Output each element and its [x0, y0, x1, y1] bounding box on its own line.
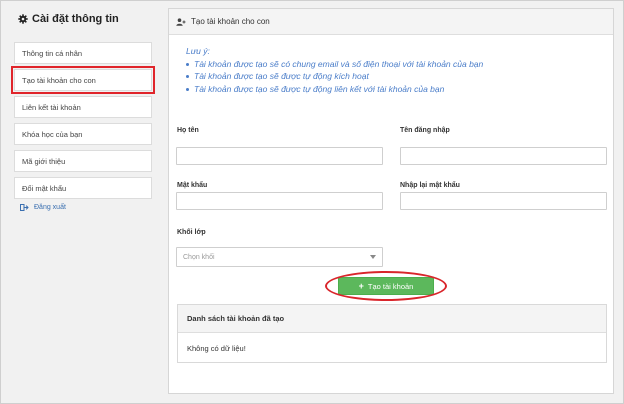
- sidebar-item-label: Mã giới thiệu: [22, 156, 66, 166]
- bullet-icon: [186, 87, 189, 91]
- password-confirm-label: Nhập lại mật khẩu: [400, 182, 460, 189]
- sidebar-title-text: Cài đặt thông tin: [32, 13, 119, 25]
- username-field[interactable]: [400, 147, 607, 165]
- sidebar-item-personal-info[interactable]: Thông tin cá nhân: [14, 42, 152, 64]
- note-text: Tài khoản được tạo sẽ được tự động kích …: [194, 71, 369, 81]
- panel-title: Tạo tài khoản cho con: [191, 17, 270, 26]
- list-item: Tài khoản được tạo sẽ được tự động liên …: [186, 83, 613, 96]
- password-field[interactable]: [176, 192, 383, 210]
- username-label: Tên đăng nhập: [400, 127, 450, 134]
- fullname-label: Họ tên: [177, 127, 199, 134]
- note-text: Tài khoản được tạo sẽ có chung email và …: [194, 58, 484, 69]
- settings-sidebar: Cài đặt thông tin Thông tin cá nhân Tạo …: [11, 10, 155, 211]
- logout-label: Đăng xuất: [34, 204, 66, 211]
- password-confirm-field[interactable]: [400, 192, 607, 210]
- note-block: Lưu ý: Tài khoản được tạo sẽ có chung em…: [186, 45, 613, 95]
- bullet-icon: [186, 75, 189, 78]
- create-account-panel: Tạo tài khoản cho con Lưu ý: Tài khoản đ…: [168, 8, 614, 394]
- list-item: Tài khoản được tạo sẽ có chung email và …: [186, 58, 613, 71]
- note-text: Tài khoản được tạo sẽ được tự động liên …: [194, 83, 445, 94]
- account-list: Danh sách tài khoản đã tạo Không có dữ l…: [177, 304, 607, 363]
- fullname-field[interactable]: [176, 147, 383, 165]
- user-plus-icon: [176, 17, 186, 26]
- sidebar-item-change-password[interactable]: Đổi mật khẩu: [14, 177, 152, 199]
- sidebar-item-label: Liên kết tài khoản: [22, 102, 81, 112]
- password-label: Mật khẩu: [177, 182, 208, 189]
- panel-header: Tạo tài khoản cho con: [169, 9, 613, 35]
- bullet-icon: [186, 62, 189, 66]
- logout-icon: [20, 204, 29, 211]
- sidebar-item-label: Thông tin cá nhân: [22, 48, 83, 58]
- highlight-annotation: [325, 271, 447, 301]
- sidebar-item-label: Tạo tài khoản cho con: [22, 75, 96, 85]
- grade-label: Khối lớp: [177, 229, 206, 236]
- gear-icon: [18, 14, 28, 24]
- grade-select[interactable]: Chọn khối: [176, 247, 383, 267]
- account-list-title: Danh sách tài khoản đã tạo: [178, 305, 606, 333]
- note-list: Tài khoản được tạo sẽ có chung email và …: [186, 58, 613, 96]
- sidebar-menu: Thông tin cá nhân Tạo tài khoản cho con …: [11, 42, 155, 199]
- sidebar-title: Cài đặt thông tin: [18, 10, 152, 28]
- sidebar-item-your-courses[interactable]: Khóa học của bạn: [14, 123, 152, 145]
- note-title: Lưu ý:: [186, 46, 210, 56]
- account-list-empty: Không có dữ liệu!: [187, 344, 246, 353]
- list-item: Tài khoản được tạo sẽ được tự động kích …: [186, 70, 613, 83]
- sidebar-item-label: Đổi mật khẩu: [22, 183, 67, 193]
- logout-link[interactable]: Đăng xuất: [20, 204, 152, 211]
- grade-placeholder: Chọn khối: [183, 253, 215, 261]
- sidebar-item-link-account[interactable]: Liên kết tài khoản: [14, 96, 152, 118]
- sidebar-item-label: Khóa học của bạn: [22, 129, 83, 139]
- sidebar-item-referral-code[interactable]: Mã giới thiệu: [14, 150, 152, 172]
- sidebar-item-create-child-account[interactable]: Tạo tài khoản cho con: [11, 66, 155, 94]
- chevron-down-icon: [370, 255, 376, 259]
